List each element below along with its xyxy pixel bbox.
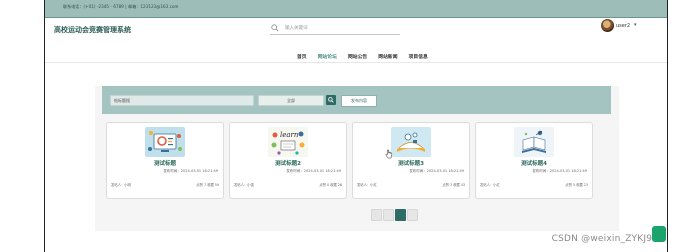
svg-text:learn: learn	[280, 131, 299, 139]
page-next-button[interactable]	[407, 209, 418, 221]
title-search-value: 帖标题搜	[114, 98, 130, 103]
caret-down-icon[interactable]: ▾	[634, 22, 637, 28]
post-list: 测试标题 发布时间：2024-03-01 18:21:49 发帖人：小明 点赞 …	[106, 122, 614, 200]
book-illustration	[397, 132, 425, 152]
nav-item-notice[interactable]: 网站公告	[348, 53, 367, 60]
reading-illustration	[522, 130, 546, 153]
site-title[interactable]: 高校运动会竞赛管理系统	[54, 25, 131, 35]
search-icon	[271, 24, 279, 32]
username[interactable]: user2	[616, 23, 630, 29]
site-header: 高校运动会竞赛管理系统 输入关键词 user2 ▾ 首页 网站论坛 网站公告 网…	[45, 17, 667, 63]
post-stats: 点赞 3 收藏 43	[442, 183, 465, 187]
post-thumbnail: learn	[268, 127, 308, 157]
contact-bar: 联系电话：(+01) -2345 - 6789 | 邮箱：123123@163.…	[45, 0, 667, 18]
csdn-watermark: CSDN @weixin_ZYKJ985	[551, 234, 664, 244]
post-thumbnail	[391, 127, 431, 157]
post-time: 发布时间：2024-03-01 18:21:49	[286, 169, 341, 173]
post-footer: 发帖人：小红 点赞 3 收藏 43	[357, 182, 465, 188]
page-button-1[interactable]	[383, 209, 394, 221]
cursor-icon	[385, 149, 393, 159]
header-divider	[45, 62, 667, 63]
post-card[interactable]: 测试标题4 发布时间：2024-03-01 18:21:49 发帖人：小红 点赞…	[475, 122, 593, 199]
post-author: 发帖人：小强	[234, 183, 254, 187]
post-author: 发帖人：小红	[480, 183, 500, 187]
contact-info: 联系电话：(+01) -2345 - 6789 | 邮箱：123123@163.…	[63, 4, 179, 9]
post-thumbnail	[145, 127, 185, 157]
post-time: 发布时间：2024-03-01 18:21:49	[409, 169, 464, 173]
post-stats: 点赞 0 收藏 26	[319, 183, 342, 187]
learn-illustration: learn	[271, 131, 305, 155]
browser-content: 联系电话：(+01) -2345 - 6789 | 邮箱：123123@163.…	[44, 0, 668, 252]
title-search-input[interactable]: 帖标题搜	[110, 95, 254, 106]
publish-button[interactable]: 发布内容	[341, 95, 377, 107]
post-stats: 点赞 7 收藏 59	[196, 183, 219, 187]
post-footer: 发帖人：小红 点赞 5 收藏 23	[480, 182, 588, 188]
nav-item-home[interactable]: 首页	[297, 53, 307, 60]
post-time: 发布时间：2024-03-01 18:21:49	[163, 169, 218, 173]
post-title[interactable]: 测试标题	[107, 159, 223, 167]
post-stats: 点赞 5 收藏 23	[565, 183, 588, 187]
post-title[interactable]: 测试标题3	[353, 159, 469, 167]
post-author: 发帖人：小红	[357, 183, 377, 187]
post-time: 发布时间：2024-03-01 18:21:49	[532, 169, 587, 173]
avatar[interactable]	[601, 19, 614, 32]
forum-panel: 帖标题搜 全部 发布内容 测试标题 发布时间：2024-03-01 18:21:…	[95, 86, 619, 231]
post-thumbnail	[514, 127, 554, 157]
post-footer: 发帖人：小强 点赞 0 收藏 26	[234, 182, 342, 188]
post-title[interactable]: 测试标题4	[476, 159, 592, 167]
search-button[interactable]	[326, 95, 336, 105]
nav-item-forum[interactable]: 网站论坛	[318, 53, 337, 60]
post-card[interactable]: 测试标题 发布时间：2024-03-01 18:21:49 发帖人：小明 点赞 …	[106, 122, 224, 199]
corner-badge-icon[interactable]	[652, 226, 666, 242]
page-button-2-current[interactable]	[395, 209, 406, 221]
dashboard-illustration	[148, 131, 182, 152]
post-card[interactable]: learn 测试标题2 发布时间：2024-03-01 18:21:49 发帖人…	[229, 122, 347, 199]
post-title[interactable]: 测试标题2	[230, 159, 346, 167]
search-input[interactable]: 输入关键词	[285, 25, 308, 31]
search-button-icon	[328, 97, 334, 103]
main-nav: 首页 网站论坛 网站公告 网站新闻 项目信息	[297, 43, 434, 60]
nav-item-news[interactable]: 网站新闻	[378, 53, 397, 60]
header-search[interactable]: 输入关键词	[270, 23, 400, 35]
nav-item-projects[interactable]: 项目信息	[409, 53, 428, 60]
category-select[interactable]: 全部	[258, 95, 324, 106]
page-prev-button[interactable]	[371, 209, 382, 221]
publish-button-label: 发布内容	[351, 98, 367, 103]
post-card[interactable]: 测试标题3 发布时间：2024-03-01 18:21:49 发帖人：小红 点赞…	[352, 122, 470, 199]
filter-bar: 帖标题搜 全部 发布内容	[102, 86, 611, 114]
post-author: 发帖人：小明	[111, 183, 131, 187]
category-select-value: 全部	[287, 98, 295, 103]
post-footer: 发帖人：小明 点赞 7 收藏 59	[111, 182, 219, 188]
